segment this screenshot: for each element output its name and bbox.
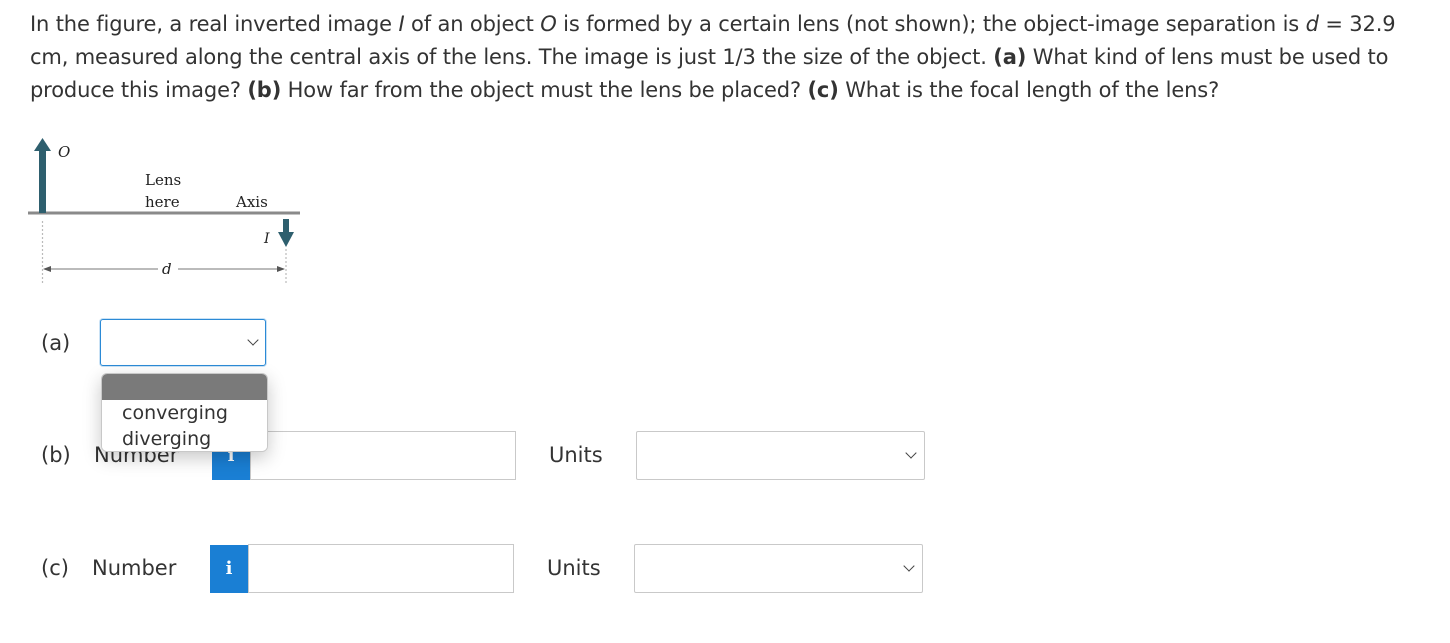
part-c-info-icon[interactable]: i	[210, 545, 248, 593]
part-a-tag: (a)	[993, 45, 1027, 69]
lens-type-select[interactable]	[100, 319, 266, 366]
distance-label: d	[162, 260, 172, 278]
part-c-label: (c)	[41, 556, 69, 580]
part-c-units-label: Units	[547, 556, 601, 580]
dropdown-option-converging[interactable]: converging	[102, 400, 267, 426]
part-b-units-label: Units	[549, 443, 603, 467]
part-b-number-input[interactable]	[250, 431, 516, 480]
variable-distance: d	[1305, 12, 1319, 36]
part-b-label: (b)	[41, 443, 71, 467]
object-label: O	[58, 143, 71, 161]
question-text-part: is formed by a certain lens (not shown);…	[556, 12, 1306, 36]
image-arrow-shaft	[283, 219, 289, 233]
part-c-number-input[interactable]	[248, 544, 514, 593]
part-a-label: (a)	[41, 331, 71, 355]
distance-arrow-right	[277, 266, 285, 272]
chevron-down-icon	[903, 560, 915, 572]
question-text-part: How far from the object must the lens be…	[281, 78, 808, 102]
chevron-down-icon	[247, 334, 259, 346]
part-c-number-label: Number	[92, 556, 177, 580]
dropdown-option-blank[interactable]	[102, 374, 267, 400]
image-arrow-head	[278, 232, 294, 247]
question-text-part: In the figure, a real inverted image	[30, 12, 399, 36]
dropdown-option-diverging[interactable]: diverging	[102, 426, 267, 451]
part-b-units-select[interactable]	[636, 431, 925, 480]
object-arrow-head	[34, 138, 51, 151]
lens-label-line2: here	[145, 193, 180, 211]
question-text-part: of an object	[404, 12, 541, 36]
image-label: I	[264, 231, 270, 247]
variable-object: O	[540, 12, 557, 36]
distance-arrow-left	[43, 266, 51, 272]
question-text-part: What is the focal length of the lens?	[838, 78, 1220, 102]
lens-figure: O Lens here Axis I d	[28, 135, 308, 295]
lens-type-dropdown-menu: converging diverging	[101, 373, 268, 452]
lens-label-line1: Lens	[145, 171, 182, 189]
axis-label: Axis	[236, 193, 268, 211]
object-arrow-shaft	[39, 150, 46, 213]
part-c-units-select[interactable]	[634, 544, 923, 593]
chevron-down-icon	[905, 447, 917, 459]
part-c-tag: (c)	[807, 78, 839, 102]
question-text: In the figure, a real inverted image I o…	[30, 8, 1425, 107]
part-b-tag: (b)	[247, 78, 282, 102]
